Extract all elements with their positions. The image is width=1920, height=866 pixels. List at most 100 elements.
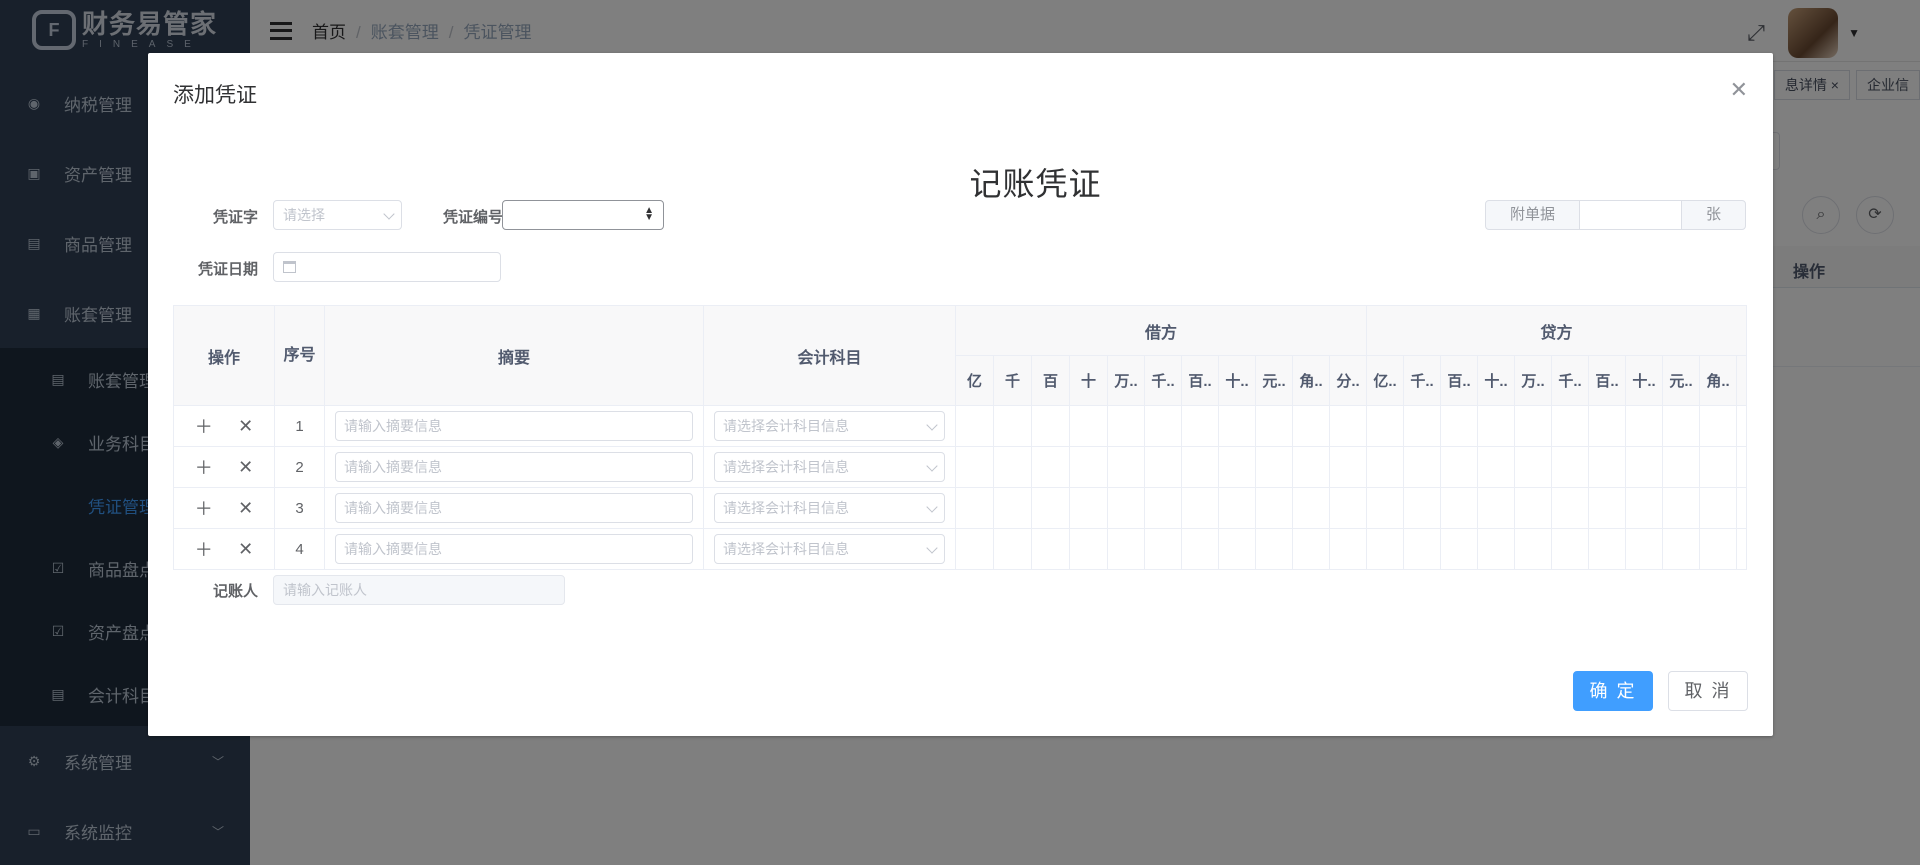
debit-amount-cell[interactable]	[955, 528, 994, 570]
subject-select[interactable]: 请选择会计科目信息	[714, 493, 945, 523]
debit-amount-cell[interactable]	[1069, 405, 1108, 447]
credit-amount-cell[interactable]	[1662, 528, 1700, 570]
credit-amount-cell[interactable]	[1551, 405, 1589, 447]
debit-amount-cell[interactable]	[1329, 487, 1367, 529]
credit-amount-cell[interactable]	[1477, 528, 1515, 570]
credit-amount-cell[interactable]	[1440, 528, 1478, 570]
credit-amount-cell[interactable]	[1625, 528, 1663, 570]
credit-amount-cell[interactable]	[1514, 405, 1552, 447]
debit-amount-cell[interactable]	[1031, 528, 1070, 570]
credit-amount-cell[interactable]	[1588, 405, 1626, 447]
debit-amount-cell[interactable]	[1144, 528, 1182, 570]
debit-amount-cell[interactable]	[1107, 487, 1145, 529]
debit-amount-cell[interactable]	[1107, 405, 1145, 447]
debit-amount-cell[interactable]	[1181, 487, 1219, 529]
credit-amount-cell[interactable]	[1588, 487, 1626, 529]
debit-amount-cell[interactable]	[1144, 446, 1182, 488]
credit-amount-cell[interactable]	[1699, 405, 1737, 447]
delete-row-icon[interactable]: ✕	[238, 416, 253, 437]
debit-amount-cell[interactable]	[1144, 405, 1182, 447]
credit-amount-cell[interactable]	[1551, 487, 1589, 529]
cancel-button[interactable]: 取 消	[1668, 671, 1748, 711]
summary-input[interactable]: 请输入摘要信息	[335, 534, 693, 564]
credit-amount-cell[interactable]	[1366, 446, 1404, 488]
debit-amount-cell[interactable]	[1255, 405, 1293, 447]
debit-amount-cell[interactable]	[1031, 446, 1070, 488]
debit-amount-cell[interactable]	[1031, 487, 1070, 529]
credit-amount-cell[interactable]	[1514, 528, 1552, 570]
debit-amount-cell[interactable]	[1218, 487, 1256, 529]
delete-row-icon[interactable]: ✕	[238, 539, 253, 560]
summary-input[interactable]: 请输入摘要信息	[335, 493, 693, 523]
subject-select[interactable]: 请选择会计科目信息	[714, 534, 945, 564]
debit-amount-cell[interactable]	[993, 405, 1032, 447]
credit-amount-cell[interactable]	[1514, 487, 1552, 529]
credit-amount-cell[interactable]	[1551, 446, 1589, 488]
delete-row-icon[interactable]: ✕	[238, 457, 253, 478]
credit-amount-cell[interactable]	[1588, 528, 1626, 570]
credit-amount-cell[interactable]	[1440, 405, 1478, 447]
debit-amount-cell[interactable]	[993, 487, 1032, 529]
debit-amount-cell[interactable]	[1181, 405, 1219, 447]
debit-amount-cell[interactable]	[993, 446, 1032, 488]
debit-amount-cell[interactable]	[1292, 405, 1330, 447]
credit-amount-cell[interactable]	[1477, 446, 1515, 488]
debit-amount-cell[interactable]	[955, 446, 994, 488]
credit-amount-cell[interactable]	[1366, 405, 1404, 447]
bookkeeper-input[interactable]: 请输入记账人	[273, 575, 565, 605]
credit-amount-cell[interactable]	[1699, 446, 1737, 488]
credit-amount-cell[interactable]	[1366, 528, 1404, 570]
add-row-icon[interactable]: ＋	[195, 495, 213, 521]
credit-amount-cell[interactable]	[1662, 446, 1700, 488]
summary-input[interactable]: 请输入摘要信息	[335, 411, 693, 441]
credit-amount-cell[interactable]	[1514, 446, 1552, 488]
debit-amount-cell[interactable]	[1292, 487, 1330, 529]
subject-select[interactable]: 请选择会计科目信息	[714, 452, 945, 482]
debit-amount-cell[interactable]	[1292, 528, 1330, 570]
voucher-date-picker[interactable]	[273, 252, 501, 282]
credit-amount-cell[interactable]	[1403, 487, 1441, 529]
credit-amount-cell[interactable]	[1440, 487, 1478, 529]
credit-amount-cell[interactable]	[1403, 405, 1441, 447]
debit-amount-cell[interactable]	[1107, 528, 1145, 570]
delete-row-icon[interactable]: ✕	[238, 498, 253, 519]
stepper-icon[interactable]: ▲ ▼	[644, 206, 654, 223]
debit-amount-cell[interactable]	[1255, 446, 1293, 488]
add-row-icon[interactable]: ＋	[195, 536, 213, 562]
debit-amount-cell[interactable]	[1329, 528, 1367, 570]
credit-amount-cell[interactable]	[1403, 528, 1441, 570]
debit-amount-cell[interactable]	[1031, 405, 1070, 447]
debit-amount-cell[interactable]	[1255, 487, 1293, 529]
debit-amount-cell[interactable]	[993, 528, 1032, 570]
close-icon[interactable]: ✕	[1730, 79, 1748, 101]
debit-amount-cell[interactable]	[1218, 405, 1256, 447]
debit-amount-cell[interactable]	[1255, 528, 1293, 570]
confirm-button[interactable]: 确 定	[1573, 671, 1653, 711]
debit-amount-cell[interactable]	[1181, 528, 1219, 570]
debit-amount-cell[interactable]	[1218, 528, 1256, 570]
credit-amount-cell[interactable]	[1440, 446, 1478, 488]
credit-amount-cell[interactable]	[1625, 405, 1663, 447]
debit-amount-cell[interactable]	[1107, 446, 1145, 488]
debit-amount-cell[interactable]	[1292, 446, 1330, 488]
debit-amount-cell[interactable]	[1329, 446, 1367, 488]
credit-amount-cell[interactable]	[1625, 487, 1663, 529]
credit-amount-cell[interactable]	[1699, 528, 1737, 570]
debit-amount-cell[interactable]	[1144, 487, 1182, 529]
credit-amount-cell[interactable]	[1403, 446, 1441, 488]
attachments-input[interactable]	[1580, 200, 1681, 230]
debit-amount-cell[interactable]	[1069, 528, 1108, 570]
voucher-word-select[interactable]: 请选择	[273, 200, 402, 230]
debit-amount-cell[interactable]	[955, 487, 994, 529]
voucher-no-input[interactable]: ▲ ▼	[502, 200, 664, 230]
add-row-icon[interactable]: ＋	[195, 413, 213, 439]
debit-amount-cell[interactable]	[1069, 487, 1108, 529]
debit-amount-cell[interactable]	[1181, 446, 1219, 488]
summary-input[interactable]: 请输入摘要信息	[335, 452, 693, 482]
credit-amount-cell[interactable]	[1662, 405, 1700, 447]
credit-amount-cell[interactable]	[1366, 487, 1404, 529]
debit-amount-cell[interactable]	[1329, 405, 1367, 447]
credit-amount-cell[interactable]	[1477, 487, 1515, 529]
credit-amount-cell[interactable]	[1551, 528, 1589, 570]
credit-amount-cell[interactable]	[1662, 487, 1700, 529]
